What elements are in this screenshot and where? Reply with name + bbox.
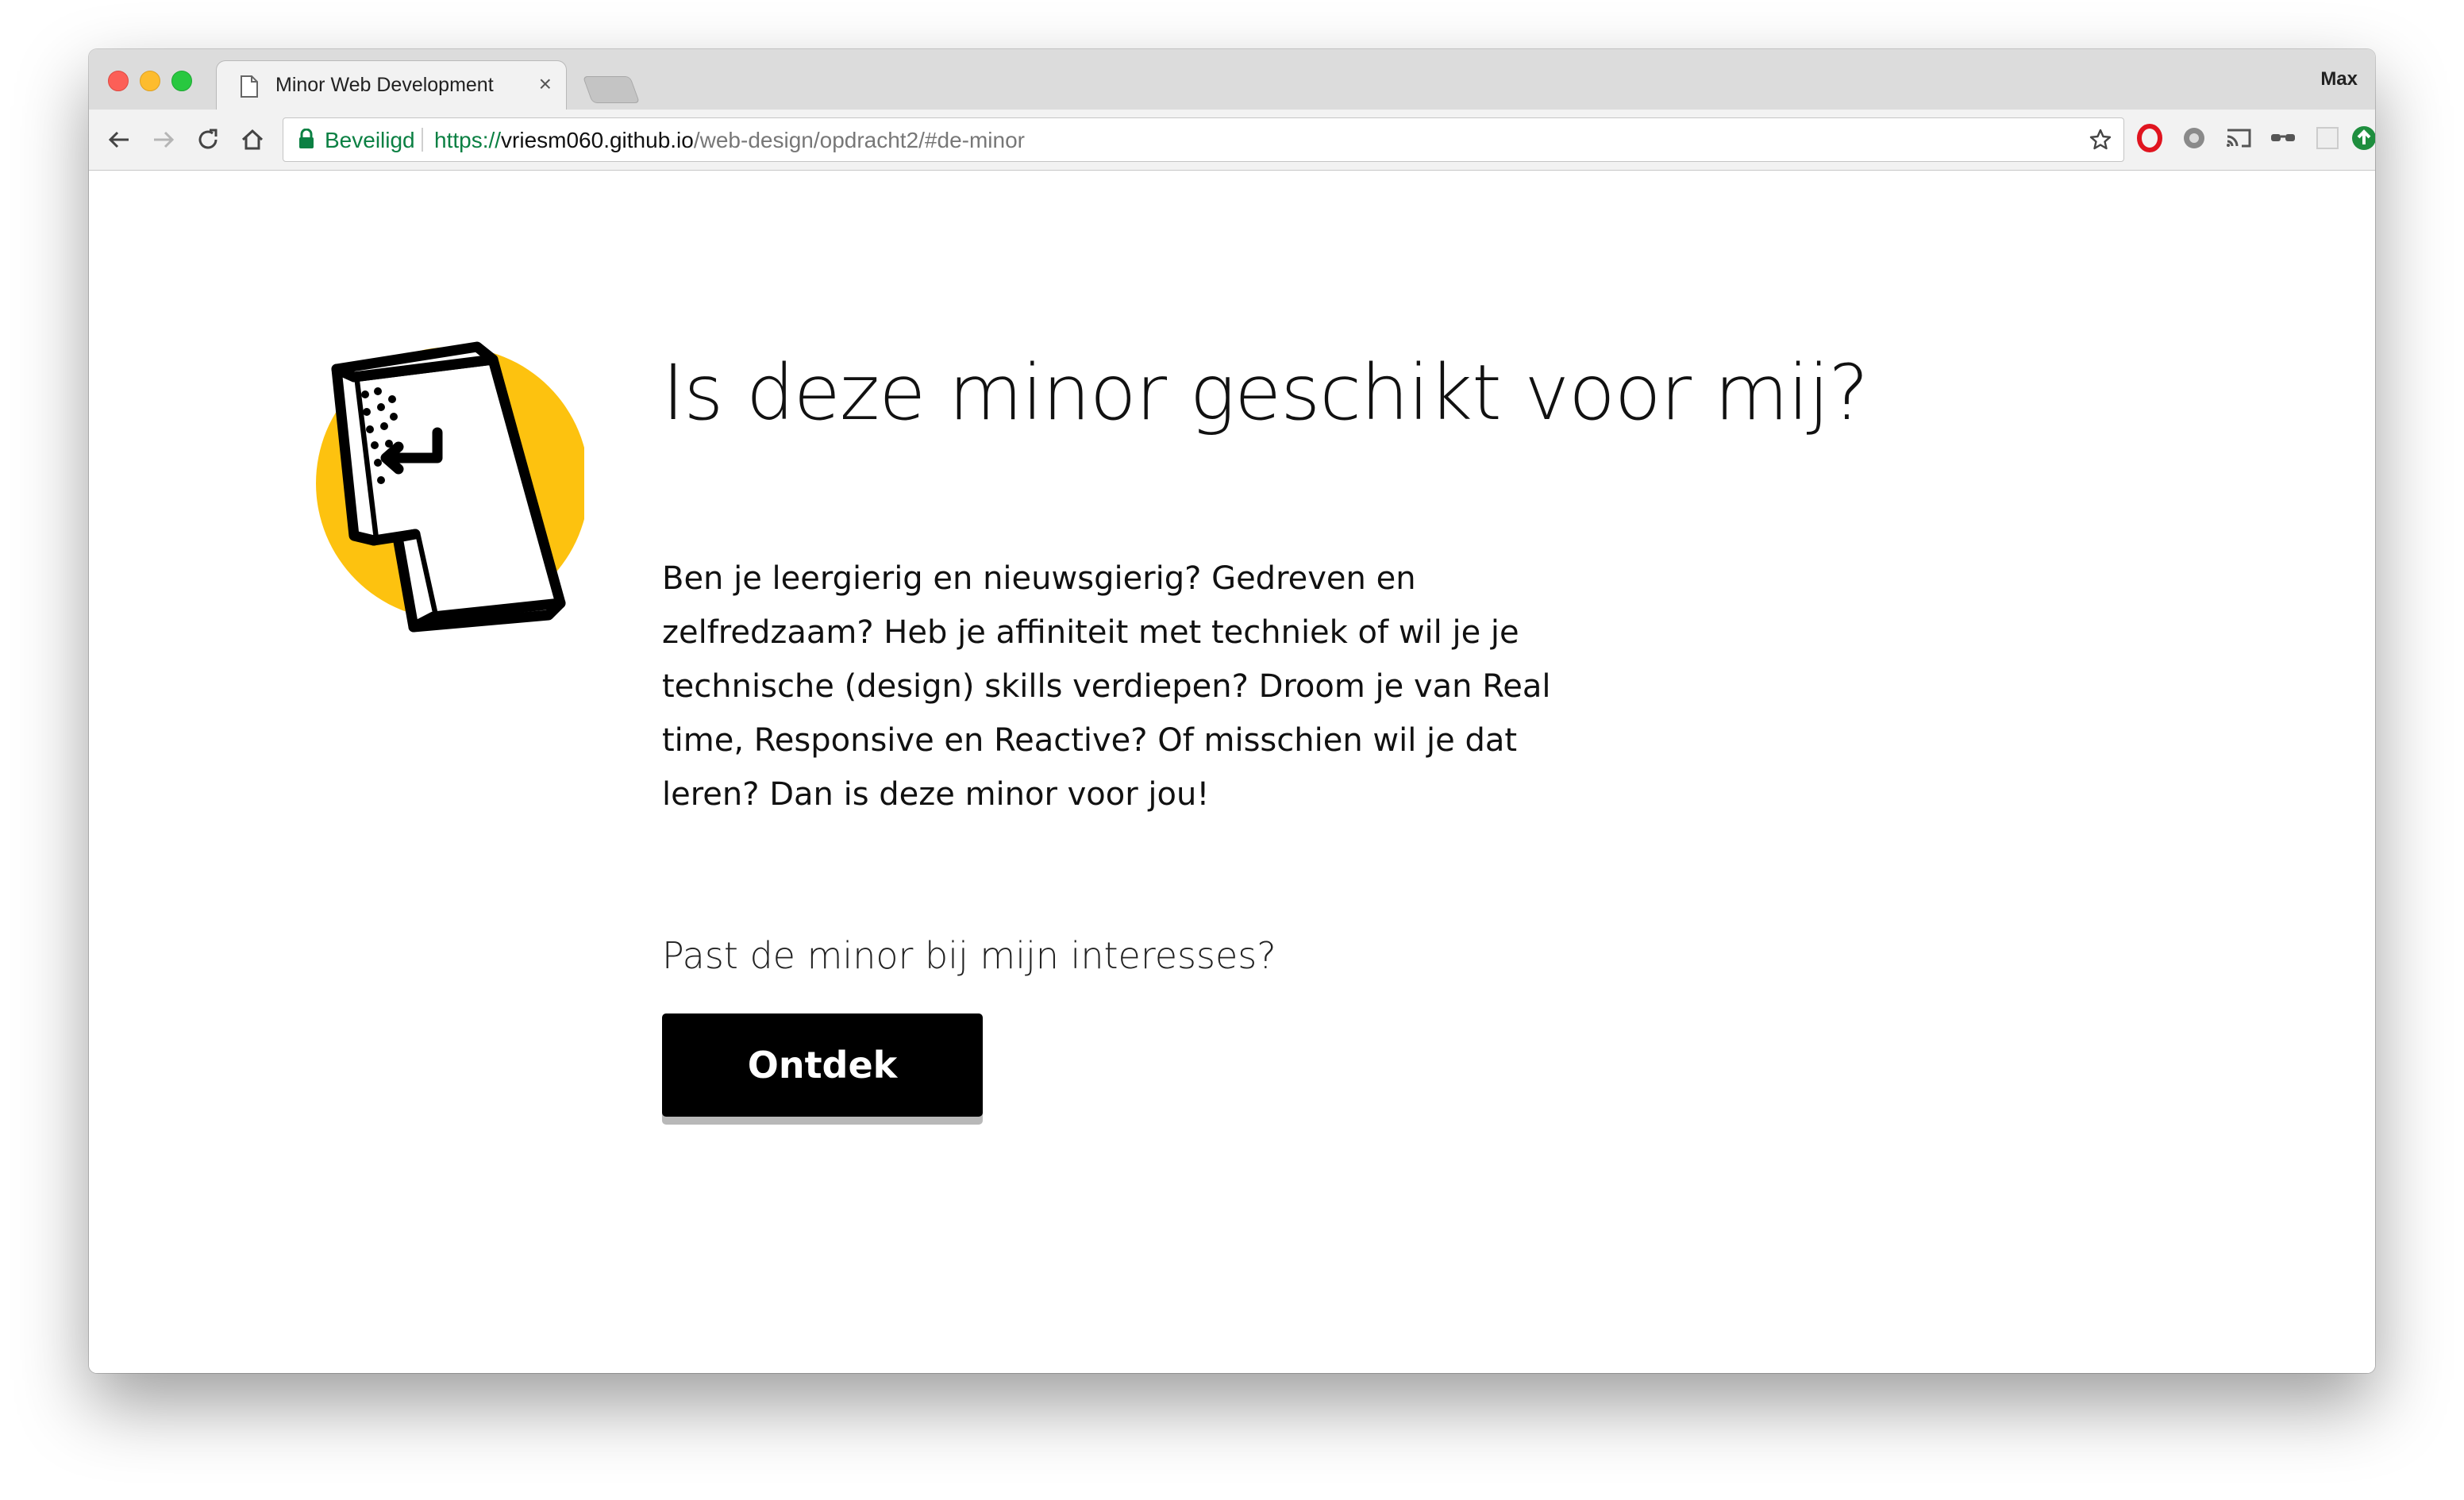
url-host: vriesm060.github.io [501, 128, 694, 152]
profile-name[interactable]: Max [2320, 68, 2358, 90]
pillar-illustration-icon [316, 341, 584, 633]
reload-icon [198, 129, 218, 149]
forward-arrow-icon [154, 131, 175, 148]
document-icon [241, 75, 258, 98]
bookmark-star-icon[interactable] [2089, 128, 2112, 152]
window-close-button[interactable] [108, 71, 129, 91]
back-button[interactable] [103, 124, 135, 156]
home-button[interactable] [237, 124, 268, 156]
home-icon [241, 129, 264, 150]
opera-icon[interactable] [2135, 124, 2164, 152]
new-tab-button[interactable] [582, 76, 641, 103]
url-text[interactable]: https://vriesm060.github.io/web-design/o… [434, 128, 1025, 153]
settings-gear-icon[interactable] [2180, 124, 2208, 152]
address-bar[interactable]: Beveiligd https://vriesm060.github.io/we… [283, 117, 2124, 162]
page-title: Is deze minor geschikt voor mij? [662, 348, 1869, 437]
tab-close-icon[interactable]: × [539, 71, 552, 96]
lock-icon [299, 129, 314, 148]
page-viewport: Is deze minor geschikt voor mij? Ben je … [89, 171, 2375, 1373]
browser-tab[interactable]: Minor Web Development × [216, 60, 567, 110]
window-maximize-button[interactable] [171, 71, 192, 91]
tab-title: Minor Web Development [275, 74, 494, 96]
cast-icon[interactable] [2224, 124, 2253, 152]
intro-paragraph: Ben je leergierig en nieuwsgierig? Gedre… [662, 560, 1551, 813]
discover-button[interactable]: Ontdek [662, 1013, 983, 1117]
url-path: /web-design/opdracht2/#de-minor [693, 128, 1025, 152]
security-label: Beveiligd [325, 128, 415, 152]
address-separator [422, 128, 423, 152]
browser-toolbar: Beveiligd https://vriesm060.github.io/we… [89, 110, 2375, 171]
forward-button[interactable] [148, 124, 179, 156]
url-scheme: https:// [434, 128, 502, 152]
glasses-icon[interactable] [2269, 124, 2297, 152]
update-arrow-icon[interactable] [2350, 124, 2375, 152]
tab-strip: Minor Web Development × Max [89, 49, 2375, 110]
extension-placeholder-icon[interactable] [2313, 124, 2342, 152]
interest-question: Past de minor bij mijn interesses? [662, 934, 1276, 977]
browser-window: Minor Web Development × Max Beveiligd ht… [89, 49, 2375, 1373]
reload-button[interactable] [192, 124, 224, 156]
window-minimize-button[interactable] [140, 71, 160, 91]
back-arrow-icon [108, 131, 129, 148]
